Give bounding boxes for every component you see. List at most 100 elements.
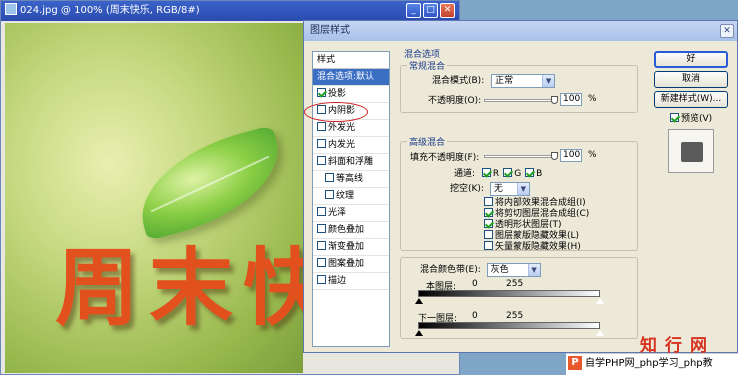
preview-checkbox[interactable] bbox=[670, 113, 679, 122]
watermark-bar: P 自学PHP网_php学习_php教 bbox=[566, 353, 738, 375]
advanced-option-label: 将剪切图层混合成组(C) bbox=[495, 209, 590, 219]
advanced-option[interactable]: 图层蒙版隐藏效果(L) bbox=[484, 230, 589, 241]
annotation-circle bbox=[304, 102, 368, 122]
style-checkbox[interactable] bbox=[317, 224, 326, 233]
minimize-icon[interactable]: _ bbox=[406, 3, 421, 18]
dialog-close-icon[interactable]: ✕ bbox=[720, 24, 734, 38]
channels-row: 通道: R G B bbox=[454, 166, 542, 179]
style-list-item[interactable]: 颜色叠加 bbox=[313, 222, 389, 239]
document-title-bar[interactable]: 024.jpg @ 100% (周末快乐, RGB/8#) _ □ ✕ bbox=[1, 1, 459, 21]
opacity-slider[interactable] bbox=[484, 99, 556, 102]
style-list-item-label: 投影 bbox=[328, 89, 347, 99]
blend-mode-select[interactable]: 正常 ▼ bbox=[491, 73, 556, 88]
advanced-option-label: 透明形状图层(T) bbox=[495, 220, 562, 230]
style-preview-swatch bbox=[668, 129, 714, 173]
style-list-item[interactable]: 斜面和浮雕 bbox=[313, 154, 389, 171]
channel-checkbox[interactable] bbox=[503, 168, 513, 177]
style-checkbox[interactable] bbox=[317, 139, 326, 148]
channel-toggle[interactable]: G bbox=[503, 168, 521, 179]
style-checkbox[interactable] bbox=[317, 156, 326, 165]
style-list-item-label: 颜色叠加 bbox=[328, 225, 365, 235]
style-list-item[interactable]: 纹理 bbox=[313, 188, 389, 205]
chevron-down-icon: ▼ bbox=[516, 182, 529, 195]
blend-if-select[interactable]: 灰色 ▼ bbox=[486, 262, 541, 277]
this-layer-low: 0 bbox=[472, 279, 478, 289]
style-checkbox[interactable] bbox=[317, 258, 326, 267]
blend-if-value: 灰色 bbox=[490, 264, 509, 275]
style-checkbox[interactable] bbox=[317, 275, 326, 284]
this-layer-gradient bbox=[418, 290, 600, 297]
channel-label: R bbox=[492, 169, 500, 179]
fill-opacity-slider[interactable] bbox=[484, 155, 556, 158]
close-icon[interactable]: ✕ bbox=[440, 3, 455, 18]
style-list-item[interactable]: 描边 bbox=[313, 273, 389, 290]
fill-opacity-slider-thumb[interactable] bbox=[551, 152, 558, 160]
opacity-unit: % bbox=[588, 94, 597, 104]
style-checkbox[interactable] bbox=[317, 207, 326, 216]
knockout-select[interactable]: 无 ▼ bbox=[489, 181, 530, 196]
channels-label: 通道: bbox=[454, 169, 476, 179]
style-list-item[interactable]: 内发光 bbox=[313, 137, 389, 154]
style-list-item[interactable]: 渐变叠加 bbox=[313, 239, 389, 256]
chevron-down-icon: ▼ bbox=[527, 263, 540, 276]
style-list-item-label: 渐变叠加 bbox=[328, 242, 365, 252]
advanced-option[interactable]: 透明形状图层(T) bbox=[484, 219, 589, 230]
advanced-option-checkbox[interactable] bbox=[484, 230, 493, 239]
underlying-layer-gradient bbox=[418, 322, 600, 329]
advanced-option-checkbox[interactable] bbox=[484, 241, 493, 250]
opacity-slider-thumb[interactable] bbox=[551, 96, 558, 104]
style-list-item[interactable]: 混合选项:默认 bbox=[313, 69, 389, 86]
style-checkbox[interactable] bbox=[317, 88, 326, 97]
advanced-option-checkbox[interactable] bbox=[484, 208, 493, 217]
advanced-option[interactable]: 将内部效果混合成组(I) bbox=[484, 197, 589, 208]
channel-toggle[interactable]: B bbox=[525, 168, 543, 179]
this-layer-black-slider[interactable] bbox=[415, 298, 423, 304]
style-checkbox[interactable] bbox=[317, 122, 326, 131]
this-layer-high: 255 bbox=[506, 279, 524, 289]
style-checkbox[interactable] bbox=[325, 190, 334, 199]
channel-checkbox[interactable] bbox=[481, 168, 491, 177]
fill-opacity-label: 填充不透明度(F): bbox=[410, 153, 480, 163]
style-checkbox[interactable] bbox=[317, 241, 326, 250]
blend-if-label: 混合颜色带(E): bbox=[420, 265, 481, 275]
opacity-input[interactable]: 100 bbox=[560, 93, 582, 106]
advanced-option[interactable]: 矢量蒙版隐藏效果(H) bbox=[484, 241, 589, 252]
ok-button[interactable]: 好 bbox=[654, 51, 728, 68]
style-list-item[interactable]: 图案叠加 bbox=[313, 256, 389, 273]
style-list-item[interactable]: 投影 bbox=[313, 86, 389, 103]
advanced-option-label: 矢量蒙版隐藏效果(H) bbox=[495, 242, 581, 252]
cancel-button[interactable]: 取消 bbox=[654, 71, 728, 88]
watermark-icon: P bbox=[568, 356, 582, 370]
advanced-option-checkbox[interactable] bbox=[484, 197, 493, 206]
preview-swatch-inner bbox=[681, 142, 703, 162]
this-layer-white-slider[interactable] bbox=[595, 297, 605, 304]
styles-list-header[interactable]: 样式 bbox=[313, 52, 389, 69]
chevron-down-icon: ▼ bbox=[542, 74, 555, 87]
channel-toggle[interactable]: R bbox=[481, 168, 500, 179]
blend-mode-row: 混合模式(B): 正常 ▼ bbox=[432, 73, 556, 88]
underlying-layer-black-slider[interactable] bbox=[415, 330, 423, 336]
style-list-item[interactable]: 光泽 bbox=[313, 205, 389, 222]
maximize-icon[interactable]: □ bbox=[423, 3, 438, 18]
style-list-item[interactable]: 等高线 bbox=[313, 171, 389, 188]
new-style-button[interactable]: 新建样式(W)... bbox=[654, 91, 728, 108]
channel-checkbox[interactable] bbox=[525, 168, 535, 177]
knockout-row: 挖空(K): 无 ▼ bbox=[450, 181, 530, 196]
channel-label: B bbox=[536, 169, 543, 179]
image-canvas[interactable]: 周末快 bbox=[5, 23, 303, 373]
style-list-item-label: 光泽 bbox=[328, 208, 347, 218]
advanced-option[interactable]: 将剪切图层混合成组(C) bbox=[484, 208, 589, 219]
style-checkbox[interactable] bbox=[325, 173, 334, 182]
advanced-option-checkbox[interactable] bbox=[484, 219, 493, 228]
blending-options-panel: 混合选项 常规混合 混合模式(B): 正常 ▼ 不透明度(O): 100 % 高… bbox=[398, 49, 638, 347]
fill-opacity-input[interactable]: 100 bbox=[560, 149, 582, 162]
dialog-title-bar[interactable]: 图层样式 ✕ bbox=[304, 21, 737, 41]
dialog-title: 图层样式 bbox=[310, 25, 350, 36]
style-list-item[interactable]: 外发光 bbox=[313, 120, 389, 137]
general-blending-legend: 常规混合 bbox=[409, 62, 446, 72]
preview-toggle[interactable]: 预览(V) bbox=[670, 111, 712, 124]
underlying-layer-low: 0 bbox=[472, 311, 478, 321]
style-list-item-label: 纹理 bbox=[336, 191, 355, 201]
underlying-layer-white-slider[interactable] bbox=[595, 329, 605, 336]
style-list-item-label: 描边 bbox=[328, 276, 347, 286]
